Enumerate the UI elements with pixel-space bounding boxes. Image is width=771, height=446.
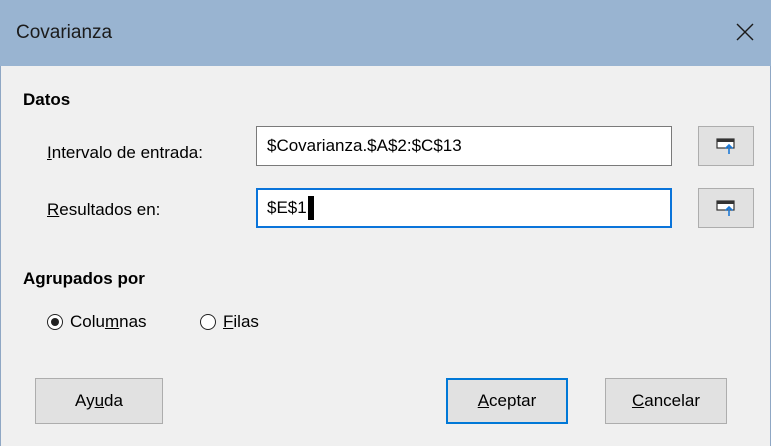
ok-button[interactable]: Aceptar (446, 378, 568, 424)
dialog-title: Covarianza (16, 22, 113, 43)
shrink-dialog-icon (716, 200, 735, 216)
cancel-button[interactable]: Cancelar (605, 378, 727, 424)
help-button[interactable]: Ayuda (35, 378, 163, 424)
radio-rows[interactable]: Filas (200, 312, 259, 332)
radio-rows-label: Filas (223, 312, 259, 331)
radio-columns[interactable]: Columnas (47, 312, 147, 332)
input-range-label: Intervalo de entrada: (47, 143, 203, 162)
dialog-body: Datos Intervalo de entrada: $Covarianza.… (0, 66, 771, 446)
radio-rows-indicator[interactable] (200, 314, 216, 330)
results-shrink-button[interactable] (698, 188, 754, 228)
ok-button-label: Aceptar (477, 391, 537, 410)
radio-columns-indicator[interactable] (47, 314, 63, 330)
input-range-field[interactable]: $Covarianza.$A$2:$C$13 (256, 126, 672, 166)
title-bar: Covarianza (0, 0, 771, 66)
cancel-button-label: Cancelar (631, 391, 701, 410)
datos-heading: Datos (23, 90, 71, 109)
shrink-dialog-icon (716, 138, 735, 154)
close-icon (736, 23, 754, 41)
input-range-shrink-button[interactable] (698, 126, 754, 166)
input-range-value: $Covarianza.$A$2:$C$13 (267, 136, 462, 155)
help-button-label: Ayuda (75, 391, 123, 410)
results-value: $E$1 (267, 198, 307, 217)
radio-columns-label: Columnas (70, 312, 147, 331)
close-button[interactable] (725, 14, 765, 50)
results-field[interactable]: $E$1 (256, 188, 672, 228)
text-caret (307, 196, 314, 220)
results-label: Resultados en: (47, 200, 161, 219)
grouped-heading: Agrupados por (23, 269, 145, 288)
